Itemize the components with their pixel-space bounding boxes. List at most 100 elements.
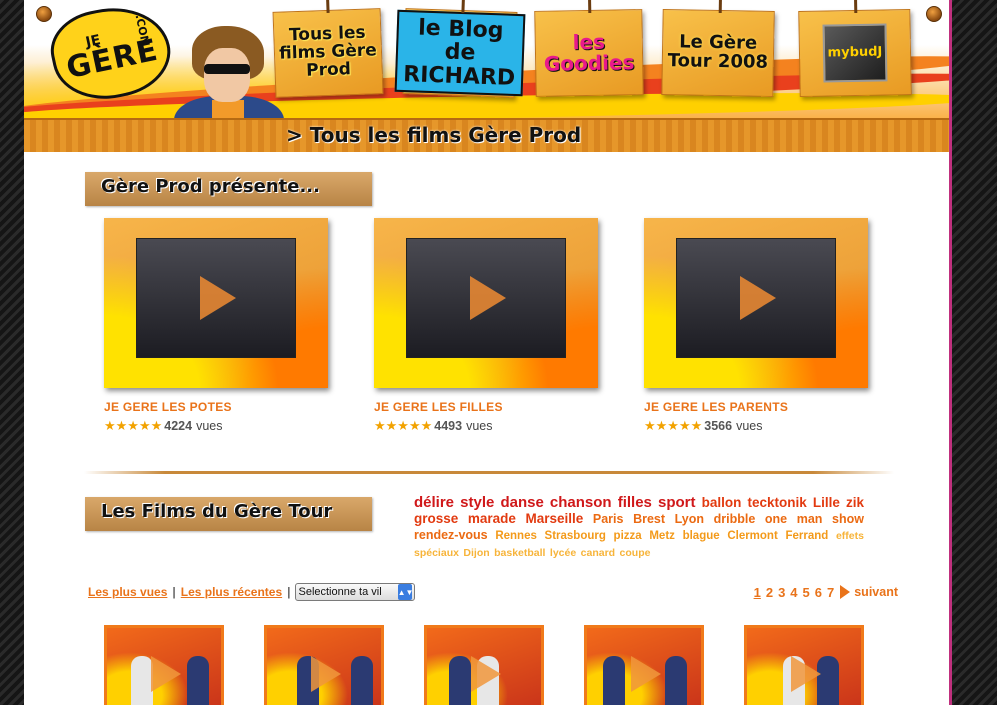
page-link-5[interactable]: 5 <box>803 585 810 600</box>
page-link-3[interactable]: 3 <box>778 585 785 600</box>
rivet-icon <box>36 6 52 22</box>
separator: | <box>172 585 176 599</box>
nav-tab-label: le Blog de RICHARD <box>394 10 526 96</box>
sunglasses-icon <box>204 64 250 74</box>
tag-link[interactable]: tecktonik <box>747 495 806 510</box>
sort-most-viewed-link[interactable]: Les plus vues <box>88 585 167 599</box>
tag-link[interactable]: danse <box>500 494 543 511</box>
tour-video-thumbnail[interactable] <box>584 625 704 705</box>
tag-link[interactable]: spéciaux <box>414 547 459 559</box>
film-title-link[interactable]: JE GERE LES POTES <box>104 400 344 414</box>
tag-link[interactable]: Dijon <box>463 547 489 559</box>
tag-link[interactable]: pizza <box>614 530 642 542</box>
tag-link[interactable]: canard <box>581 547 615 559</box>
page-link-7[interactable]: 7 <box>827 585 834 600</box>
play-icon <box>471 656 501 692</box>
tag-link[interactable]: Metz <box>649 530 675 542</box>
next-arrow-icon[interactable] <box>840 585 851 599</box>
film-title-link[interactable]: JE GERE LES FILLES <box>374 400 614 414</box>
film-card: JE GERE LES FILLES ★★★★★ 4493 vues <box>374 218 614 434</box>
tag-link[interactable]: Rennes <box>495 530 537 542</box>
tag-link[interactable]: rendez-vous <box>414 528 488 542</box>
tag-link[interactable]: basketball <box>494 547 545 559</box>
play-icon <box>631 656 661 692</box>
view-count: 3566 <box>704 419 733 433</box>
play-icon <box>791 656 821 692</box>
hanging-string <box>718 0 722 14</box>
sort-bar: Les plus vues | Les plus récentes | Sele… <box>88 581 898 603</box>
tag-link[interactable]: one <box>765 512 787 526</box>
tag-link[interactable]: chanson <box>550 494 612 511</box>
star-rating-icon: ★★★★★ <box>374 418 433 433</box>
nav-tab-blog[interactable]: le Blog de RICHARD <box>394 0 526 98</box>
page-link-2[interactable]: 2 <box>766 585 773 600</box>
tag-link[interactable]: ballon <box>702 495 742 510</box>
tag-link[interactable]: filles <box>618 494 652 511</box>
play-icon <box>200 276 236 320</box>
hanging-string <box>854 0 858 14</box>
film-thumbnail[interactable] <box>104 218 328 388</box>
star-rating-icon: ★★★★★ <box>644 418 703 433</box>
tag-link[interactable]: Lille <box>813 495 840 510</box>
nav-tab-goodies[interactable]: les Goodies <box>534 0 644 97</box>
page-link-1[interactable]: 1 <box>754 585 761 600</box>
tag-link[interactable]: zik <box>846 495 864 510</box>
film-thumbnail[interactable] <box>374 218 598 388</box>
next-page-link[interactable]: suivant <box>854 585 898 599</box>
tag-link[interactable]: dribble <box>714 512 756 526</box>
tv-screen-icon: mybudJ <box>822 23 888 83</box>
tag-link[interactable]: Clermont <box>727 530 777 542</box>
tag-link[interactable]: style <box>460 494 494 511</box>
tour-video-thumbnail[interactable] <box>264 625 384 705</box>
tour-video-thumbnail[interactable] <box>424 625 544 705</box>
film-card: JE GERE LES PARENTS ★★★★★ 3566 vues <box>644 218 884 434</box>
tag-link[interactable]: marade <box>468 511 516 526</box>
film-stats: ★★★★★ 4493 vues <box>374 418 614 434</box>
tag-link[interactable]: grosse <box>414 511 458 526</box>
tag-link[interactable]: blague <box>683 530 720 542</box>
nav-tab-label: mybudJ <box>827 44 883 61</box>
play-icon <box>470 276 506 320</box>
film-stats: ★★★★★ 4224 vues <box>104 418 344 434</box>
tag-link[interactable]: Brest <box>633 512 665 526</box>
hanging-string <box>461 0 465 14</box>
tag-link[interactable]: délire <box>414 494 454 511</box>
hanging-string <box>588 0 592 14</box>
nav-tab-gere-tour[interactable]: Le Gère Tour 2008 <box>661 0 775 97</box>
view-label: vues <box>196 419 223 433</box>
play-icon <box>151 656 181 692</box>
section-title-presente: Gère Prod présente... <box>85 172 372 206</box>
tour-video-thumbnail[interactable] <box>104 625 224 705</box>
tag-link[interactable]: Ferrand <box>785 530 828 542</box>
tag-link[interactable]: sport <box>658 494 696 511</box>
tour-video-thumbnail[interactable] <box>744 625 864 705</box>
tag-link[interactable]: Strasbourg <box>545 530 606 542</box>
page-link-6[interactable]: 6 <box>815 585 822 600</box>
page-link-4[interactable]: 4 <box>790 585 797 600</box>
sort-most-recent-link[interactable]: Les plus récentes <box>181 585 282 599</box>
nav-tab-label: Le Gère Tour 2008 <box>667 31 769 73</box>
tag-link[interactable]: effets <box>836 530 864 542</box>
view-label: vues <box>466 419 493 433</box>
play-icon <box>740 276 776 320</box>
rivet-icon <box>926 6 942 22</box>
city-select[interactable]: Selectionne ta vil ▲▼ <box>295 583 416 601</box>
tag-link[interactable]: coupe <box>620 547 651 559</box>
site-header: JE GÈRE .COM Tous les films Gère Prod le… <box>24 0 949 118</box>
film-title-link[interactable]: JE GERE LES PARENTS <box>644 400 884 414</box>
tag-link[interactable]: show <box>832 512 864 526</box>
tag-link[interactable]: Marseille <box>526 511 584 526</box>
tag-link[interactable]: man <box>797 512 823 526</box>
film-thumbnail[interactable] <box>644 218 868 388</box>
hanging-string <box>326 0 330 14</box>
nav-tab-mybudj[interactable]: mybudJ <box>798 0 912 97</box>
nav-tab-label: les Goodies <box>543 29 635 76</box>
nav-tab-films[interactable]: Tous les films Gère Prod <box>272 0 384 98</box>
view-label: vues <box>736 419 763 433</box>
tag-link[interactable]: lycée <box>550 547 576 559</box>
film-stats: ★★★★★ 3566 vues <box>644 418 884 434</box>
tag-link[interactable]: Paris <box>593 512 624 526</box>
separator: | <box>287 585 291 599</box>
tag-link[interactable]: Lyon <box>675 512 704 526</box>
section-title-tour: Les Films du Gère Tour <box>85 497 372 531</box>
